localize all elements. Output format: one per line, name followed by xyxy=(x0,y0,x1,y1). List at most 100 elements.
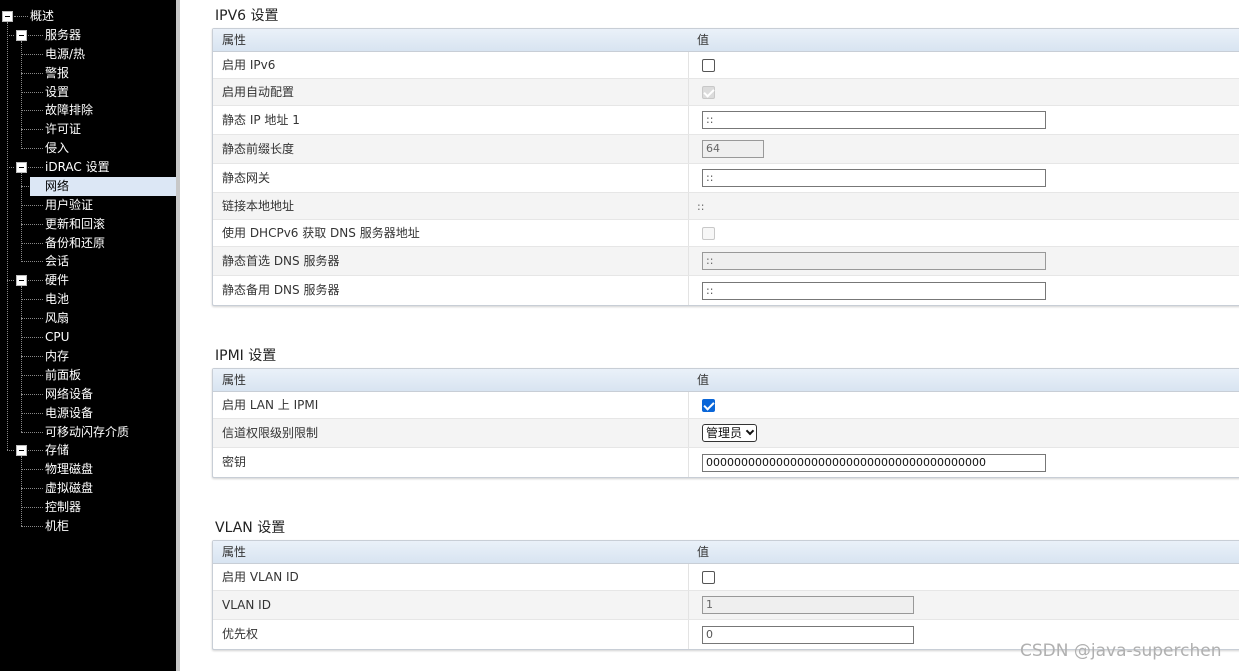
tree-connector xyxy=(21,488,43,489)
row-label: 静态备用 DNS 服务器 xyxy=(222,283,340,297)
tree-item-settings[interactable]: 设置 xyxy=(45,83,69,102)
tree-connector xyxy=(21,286,22,432)
channel-privilege-select[interactable]: 管理员 xyxy=(702,424,758,442)
table-row: 启用 IPv6 xyxy=(213,52,1239,79)
dhcpv6-dns-checkbox xyxy=(702,226,715,240)
tree-item-power-supplies[interactable]: 电源设备 xyxy=(45,404,93,423)
row-label: 密钥 xyxy=(222,455,247,469)
tree-connector xyxy=(21,337,43,338)
section-title-vlan: VLAN 设置 xyxy=(215,520,286,536)
column-divider xyxy=(688,392,689,418)
table-row: 信道权限级别限制 管理员 xyxy=(213,419,1239,448)
tree-item-enclosures[interactable]: 机柜 xyxy=(45,517,69,536)
encryption-key-input[interactable]: 0000000000000000000000000000000000000000 xyxy=(702,453,1046,472)
tree-item-fans[interactable]: 风扇 xyxy=(45,309,69,328)
tree-item-removable-flash[interactable]: 可移动闪存介质 xyxy=(45,423,129,442)
tree-connector xyxy=(21,224,43,225)
tree-connector xyxy=(21,413,43,414)
enable-ipv6-checkbox[interactable] xyxy=(702,58,715,72)
tree-connector xyxy=(21,92,43,93)
tree-item-battery[interactable]: 电池 xyxy=(45,290,69,309)
tree-item-network-devices[interactable]: 网络设备 xyxy=(45,385,93,404)
tree-item-network[interactable]: 网络 xyxy=(30,177,176,196)
minus-box-icon[interactable] xyxy=(16,445,27,456)
tree-connector xyxy=(21,261,43,262)
tree-item-user-auth[interactable]: 用户验证 xyxy=(45,196,93,215)
tree-connector xyxy=(21,243,43,244)
enable-ipmi-lan-checkbox[interactable] xyxy=(702,398,715,412)
tree-item-troubleshooting[interactable]: 故障排除 xyxy=(45,101,93,120)
sidebar-splitter[interactable] xyxy=(176,0,180,671)
column-header-value: 值 xyxy=(697,33,710,47)
watermark: CSDN @java-superchen xyxy=(1020,641,1222,661)
column-divider xyxy=(688,620,689,649)
tree-item-backup-restore[interactable]: 备份和还原 xyxy=(45,234,105,253)
tree-item-physical-disks[interactable]: 物理磁盘 xyxy=(45,460,93,479)
tree-connector xyxy=(7,450,14,451)
table-row: 链接本地地址 :: xyxy=(213,193,1239,220)
tree-item-memory[interactable]: 内存 xyxy=(45,347,69,366)
vlan-priority-input[interactable]: 0 xyxy=(702,625,914,644)
tree-group-server[interactable]: 服务器 xyxy=(45,26,81,45)
tree-item-controllers[interactable]: 控制器 xyxy=(45,498,81,517)
static-prefix-length-input: 64 xyxy=(702,140,764,158)
row-label: 静态 IP 地址 1 xyxy=(222,113,300,127)
table-row: VLAN ID 1 xyxy=(213,591,1239,620)
tree-item-virtual-disks[interactable]: 虚拟磁盘 xyxy=(45,479,93,498)
tree-item-update-rollback[interactable]: 更新和回滚 xyxy=(45,215,105,234)
column-header-attribute: 属性 xyxy=(222,33,247,47)
tree-group-hardware[interactable]: 硬件 xyxy=(45,271,69,290)
column-divider xyxy=(688,247,689,275)
static-gateway-input[interactable]: :: xyxy=(702,169,1046,187)
tree-item-cpu[interactable]: CPU xyxy=(45,328,69,347)
row-label: 使用 DHCPv6 获取 DNS 服务器地址 xyxy=(222,226,420,240)
tree-connector xyxy=(21,375,43,376)
tree-item-overview[interactable]: 概述 xyxy=(30,7,54,26)
minus-box-icon[interactable] xyxy=(16,275,27,286)
column-header-attribute: 属性 xyxy=(222,545,247,559)
vlan-id-input: 1 xyxy=(702,596,914,614)
auto-config-checkbox xyxy=(702,85,715,99)
column-divider xyxy=(688,419,689,447)
tree-group-storage[interactable]: 存储 xyxy=(45,441,69,460)
table-header: 属性 值 xyxy=(213,541,1239,564)
column-divider xyxy=(688,52,689,78)
ipmi-settings-table: 属性 值 启用 LAN 上 IPMI 信道权限级别限制 管理员 密钥 00000… xyxy=(212,368,1239,478)
enable-vlan-checkbox[interactable] xyxy=(702,570,715,584)
table-row: 静态备用 DNS 服务器 :: xyxy=(213,276,1239,305)
table-row: 静态前缀长度 64 xyxy=(213,135,1239,164)
table-row: 静态 IP 地址 1 :: xyxy=(213,106,1239,135)
tree-item-intrusion[interactable]: 侵入 xyxy=(45,139,69,158)
column-header-value: 值 xyxy=(697,545,710,559)
tree-connector xyxy=(21,356,43,357)
tree-item-alerts[interactable]: 警报 xyxy=(45,64,69,83)
column-divider xyxy=(688,564,689,590)
tree-connector xyxy=(21,41,22,149)
minus-box-icon[interactable] xyxy=(16,162,27,173)
alternate-dns-input[interactable]: :: xyxy=(702,281,1046,300)
ipv6-settings-table: 属性 值 启用 IPv6 启用自动配置 静态 IP 地址 1 :: 静态前缀长度… xyxy=(212,28,1239,306)
row-label: 启用 LAN 上 IPMI xyxy=(222,398,319,412)
column-divider xyxy=(688,220,689,246)
static-ip-address-input[interactable]: :: xyxy=(702,111,1046,129)
tree-item-licenses[interactable]: 许可证 xyxy=(45,120,81,139)
tree-connector xyxy=(21,469,43,470)
table-row: 静态首选 DNS 服务器 :: xyxy=(213,247,1239,276)
tree-connector xyxy=(21,432,43,433)
minus-box-icon[interactable] xyxy=(16,30,27,41)
table-row: 启用 VLAN ID xyxy=(213,564,1239,591)
tree-item-front-panel[interactable]: 前面板 xyxy=(45,366,81,385)
minus-box-icon[interactable] xyxy=(2,11,13,22)
tree-item-sessions[interactable]: 会话 xyxy=(45,252,69,271)
row-label: VLAN ID xyxy=(222,598,271,612)
tree-item-power-thermal[interactable]: 电源/热 xyxy=(45,45,85,64)
tree-group-idrac-settings[interactable]: iDRAC 设置 xyxy=(45,158,110,177)
tree-connector xyxy=(7,35,14,36)
row-label: 启用 IPv6 xyxy=(222,58,276,72)
preferred-dns-input: :: xyxy=(702,252,1046,270)
row-label: 优先权 xyxy=(222,627,259,641)
vlan-settings-table: 属性 值 启用 VLAN ID VLAN ID 1 优先权 0 xyxy=(212,540,1239,650)
link-local-address-value: :: xyxy=(697,199,705,213)
table-row: 启用自动配置 xyxy=(213,79,1239,106)
tree-connector xyxy=(21,507,43,508)
